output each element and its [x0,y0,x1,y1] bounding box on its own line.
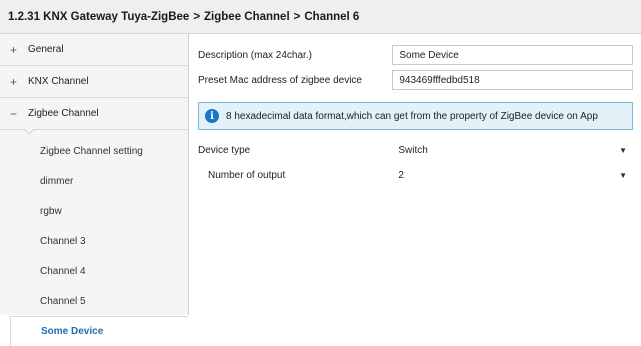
description-label: Description (max 24char.) [198,49,312,61]
sidebar-group-label: Zigbee Channel [28,108,99,119]
outputs-value: 2 [398,169,404,181]
sidebar-item-label: rgbw [40,205,62,217]
sidebar-group-knx-channel[interactable]: + KNX Channel [0,66,188,98]
outputs-row: Number of output 2 ▼ [198,165,633,185]
expand-icon: + [10,74,18,89]
sidebar-item-some-device[interactable]: Some Device [10,316,188,346]
device-type-row: Device type Switch ▼ [198,140,633,160]
sidebar-item-label: Some Device [41,326,104,337]
breadcrumb-device: 1.2.31 KNX Gateway Tuya-ZigBee [8,10,190,23]
info-banner: i 8 hexadecimal data format,which can ge… [198,102,633,130]
info-icon: i [205,109,219,123]
sidebar-item-zigbee-channel-setting[interactable]: Zigbee Channel setting [0,136,188,166]
sidebar-item-channel-3[interactable]: Channel 3 [0,226,188,256]
mac-label: Preset Mac address of zigbee device [198,74,362,86]
outputs-select[interactable]: 2 ▼ [392,165,633,185]
sidebar-item-rgbw[interactable]: rgbw [0,196,188,226]
breadcrumb-section: Zigbee Channel [204,10,290,23]
sidebar-group-general[interactable]: + General [0,34,188,66]
sidebar: + General + KNX Channel − Zigbee Channel… [0,34,189,346]
sidebar-item-channel-4[interactable]: Channel 4 [0,256,188,286]
device-type-select[interactable]: Switch ▼ [392,140,633,160]
outputs-label: Number of output [208,169,286,181]
sidebar-item-label: Channel 4 [40,265,86,277]
tree-notch-icon [24,129,34,135]
breadcrumb-separator: > [293,10,301,23]
dropdown-arrow-icon: ▼ [619,170,627,180]
sidebar-item-label: dimmer [40,175,74,187]
breadcrumb: 1.2.31 KNX Gateway Tuya-ZigBee > Zigbee … [0,0,641,34]
sidebar-item-dimmer[interactable]: dimmer [0,166,188,196]
sidebar-item-label: Zigbee Channel setting [40,145,143,157]
collapse-icon: − [10,106,18,121]
breadcrumb-separator: > [193,10,201,23]
sidebar-group-label: General [28,44,64,55]
sidebar-group-zigbee-channel[interactable]: − Zigbee Channel [0,98,188,135]
sidebar-item-label: Channel 5 [40,295,86,307]
info-text: 8 hexadecimal data format,which can get … [226,110,598,122]
description-row: Description (max 24char.) Some Device [198,45,633,65]
sidebar-group-label: KNX Channel [28,76,89,87]
sidebar-item-channel-5[interactable]: Channel 5 [0,286,188,316]
parameter-panel: Description (max 24char.) Some Device Pr… [190,34,641,315]
device-type-label: Device type [198,144,251,156]
mac-row: Preset Mac address of zigbee device 9434… [198,70,633,90]
expand-icon: + [10,42,18,57]
device-type-value: Switch [398,144,428,156]
dropdown-arrow-icon: ▼ [619,145,627,155]
sidebar-item-label: Channel 3 [40,235,86,247]
breadcrumb-page: Channel 6 [304,10,360,23]
description-input[interactable]: Some Device [392,45,633,65]
mac-input[interactable]: 943469fffedbd518 [392,70,633,90]
